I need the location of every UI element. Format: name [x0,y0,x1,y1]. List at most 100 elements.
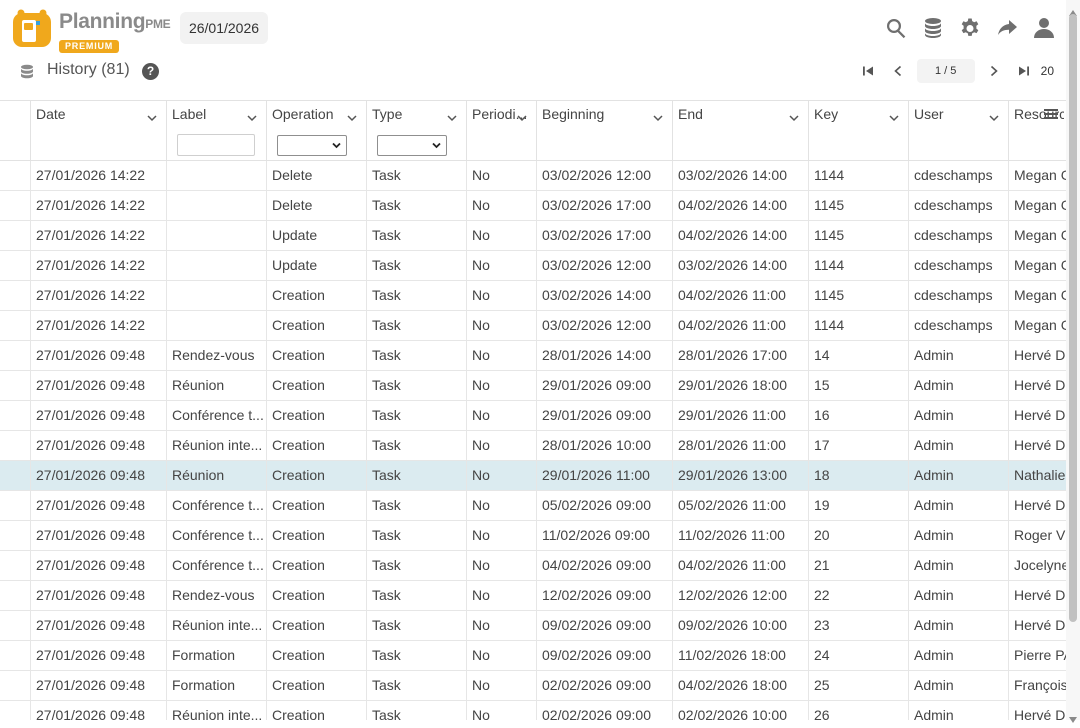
planningpme-logo-icon[interactable] [12,8,52,48]
page-number-input[interactable]: 1 / 5 [916,59,975,83]
row-selector-cell[interactable] [0,641,30,671]
table-row[interactable]: 27/01/2026 09:48 Réunion Creation Task No 29/… [0,461,1066,491]
search-icon[interactable] [878,10,914,46]
vertical-scrollbar[interactable] [1066,0,1080,723]
sort-chevron-icon[interactable] [789,109,799,122]
row-selector-cell[interactable] [0,551,30,581]
previous-page-icon[interactable] [883,58,913,84]
column-header-user[interactable]: User [908,101,1008,161]
brand-suffix: PME [145,17,171,31]
cell-operation: Creation [266,491,366,521]
row-selector-cell[interactable] [0,161,30,191]
scroll-down-icon[interactable] [1069,710,1077,723]
column-header-operation[interactable]: Operation [266,101,366,161]
next-page-icon[interactable] [979,58,1009,84]
column-header-label[interactable]: Label [166,101,266,161]
table-row[interactable]: 27/01/2026 09:48 Rendez-vous Creation Task N… [0,341,1066,371]
cell-beginning: 09/02/2026 09:00 [536,611,672,641]
user-icon[interactable] [1026,10,1062,46]
table-row[interactable]: 27/01/2026 14:22 Update Task No 03/02/2026 1… [0,251,1066,281]
cell-end: 29/01/2026 18:00 [672,371,808,401]
table-row[interactable]: 27/01/2026 09:48 Conférence t... Creation T… [0,491,1066,521]
row-selector-cell[interactable] [0,581,30,611]
table-row[interactable]: 27/01/2026 09:48 Rendez-vous Creation Task N… [0,581,1066,611]
history-grid: Date Label Operation Type Periodi... Beginnin… [0,100,1066,720]
database-icon[interactable] [915,10,951,46]
column-header-end[interactable]: End [672,101,808,161]
row-selector-cell[interactable] [0,611,30,641]
sort-chevron-icon[interactable] [889,109,899,122]
cell-resource: Jocelyne [1008,551,1066,581]
row-selector-cell[interactable] [0,461,30,491]
column-menu-icon[interactable] [1044,109,1058,121]
row-selector-cell[interactable] [0,431,30,461]
cell-end: 12/02/2026 12:00 [672,581,808,611]
table-row[interactable]: 27/01/2026 09:48 Réunion inte... Creation T… [0,431,1066,461]
cell-key: 24 [808,641,908,671]
row-selector-cell[interactable] [0,191,30,221]
sort-chevron-icon[interactable] [247,109,257,122]
row-selector-cell[interactable] [0,371,30,401]
column-header-key[interactable]: Key [808,101,908,161]
first-page-icon[interactable] [853,58,883,84]
table-row[interactable]: 27/01/2026 14:22 Creation Task No 03/02/2026… [0,281,1066,311]
cell-date: 27/01/2026 09:48 [30,701,166,720]
column-header-resource[interactable]: Resource [1008,101,1066,161]
table-row[interactable]: 27/01/2026 09:48 Réunion Creation Task No 29/… [0,371,1066,401]
table-row[interactable]: 27/01/2026 09:48 Réunion inte... Creation T… [0,611,1066,641]
row-selector-cell[interactable] [0,341,30,371]
sort-chevron-icon[interactable] [989,109,999,122]
table-row[interactable]: 27/01/2026 09:48 Conférence t... Creation T… [0,551,1066,581]
sort-chevron-icon[interactable] [517,109,527,122]
cell-key: 17 [808,431,908,461]
scroll-up-icon[interactable] [1069,3,1077,16]
cell-resource: Hervé DU [1008,431,1066,461]
cell-key: 22 [808,581,908,611]
sort-chevron-icon[interactable] [447,109,457,122]
column-header-periodic[interactable]: Periodi... [466,101,536,161]
toolbar-icons [878,10,1062,46]
cell-resource: Megan C [1008,281,1066,311]
sort-chevron-icon[interactable] [347,109,357,122]
sort-chevron-icon[interactable] [147,109,157,122]
table-row[interactable]: 27/01/2026 09:48 Formation Creation Task No 0… [0,641,1066,671]
page-size-selector[interactable]: 20 [1041,64,1054,78]
table-row[interactable]: 27/01/2026 14:22 Update Task No 03/02/2026 1… [0,221,1066,251]
column-header-beginning[interactable]: Beginning [536,101,672,161]
cell-type: Task [366,521,466,551]
cell-user: cdeschamps [908,251,1008,281]
operation-filter-select[interactable] [277,135,347,156]
table-row[interactable]: 27/01/2026 09:48 Réunion inte... Creation T… [0,701,1066,720]
row-selector-cell[interactable] [0,251,30,281]
table-row[interactable]: 27/01/2026 14:22 Delete Task No 03/02/2026 1… [0,191,1066,221]
row-selector-cell[interactable] [0,401,30,431]
row-selector-cell[interactable] [0,671,30,701]
row-selector-cell[interactable] [0,311,30,341]
share-icon[interactable] [989,10,1025,46]
table-row[interactable]: 27/01/2026 09:48 Conférence t... Creation T… [0,401,1066,431]
cell-label: Réunion inte... [166,611,266,641]
row-selector-cell[interactable] [0,701,30,720]
row-selector-cell[interactable] [0,281,30,311]
help-icon[interactable]: ? [142,63,159,80]
row-selector-cell[interactable] [0,521,30,551]
row-selector-cell[interactable] [0,491,30,521]
sort-chevron-icon[interactable] [653,109,663,122]
column-header-type[interactable]: Type [366,101,466,161]
cell-user: Admin [908,611,1008,641]
gear-icon[interactable] [952,10,988,46]
label-filter-input[interactable] [177,134,255,156]
table-row[interactable]: 27/01/2026 14:22 Delete Task No 03/02/2026 1… [0,161,1066,191]
table-row[interactable]: 27/01/2026 14:22 Creation Task No 03/02/2026… [0,311,1066,341]
cell-resource: François [1008,671,1066,701]
scrollbar-thumb[interactable] [1069,14,1077,622]
column-header-date[interactable]: Date [30,101,166,161]
cell-end: 04/02/2026 18:00 [672,671,808,701]
table-row[interactable]: 27/01/2026 09:48 Conférence t... Creation T… [0,521,1066,551]
type-filter-select[interactable] [377,135,447,156]
table-row[interactable]: 27/01/2026 09:48 Formation Creation Task No 0… [0,671,1066,701]
last-page-icon[interactable] [1009,58,1039,84]
cell-label: Formation [166,641,266,671]
current-date-picker[interactable]: 26/01/2026 [180,12,268,44]
row-selector-cell[interactable] [0,221,30,251]
